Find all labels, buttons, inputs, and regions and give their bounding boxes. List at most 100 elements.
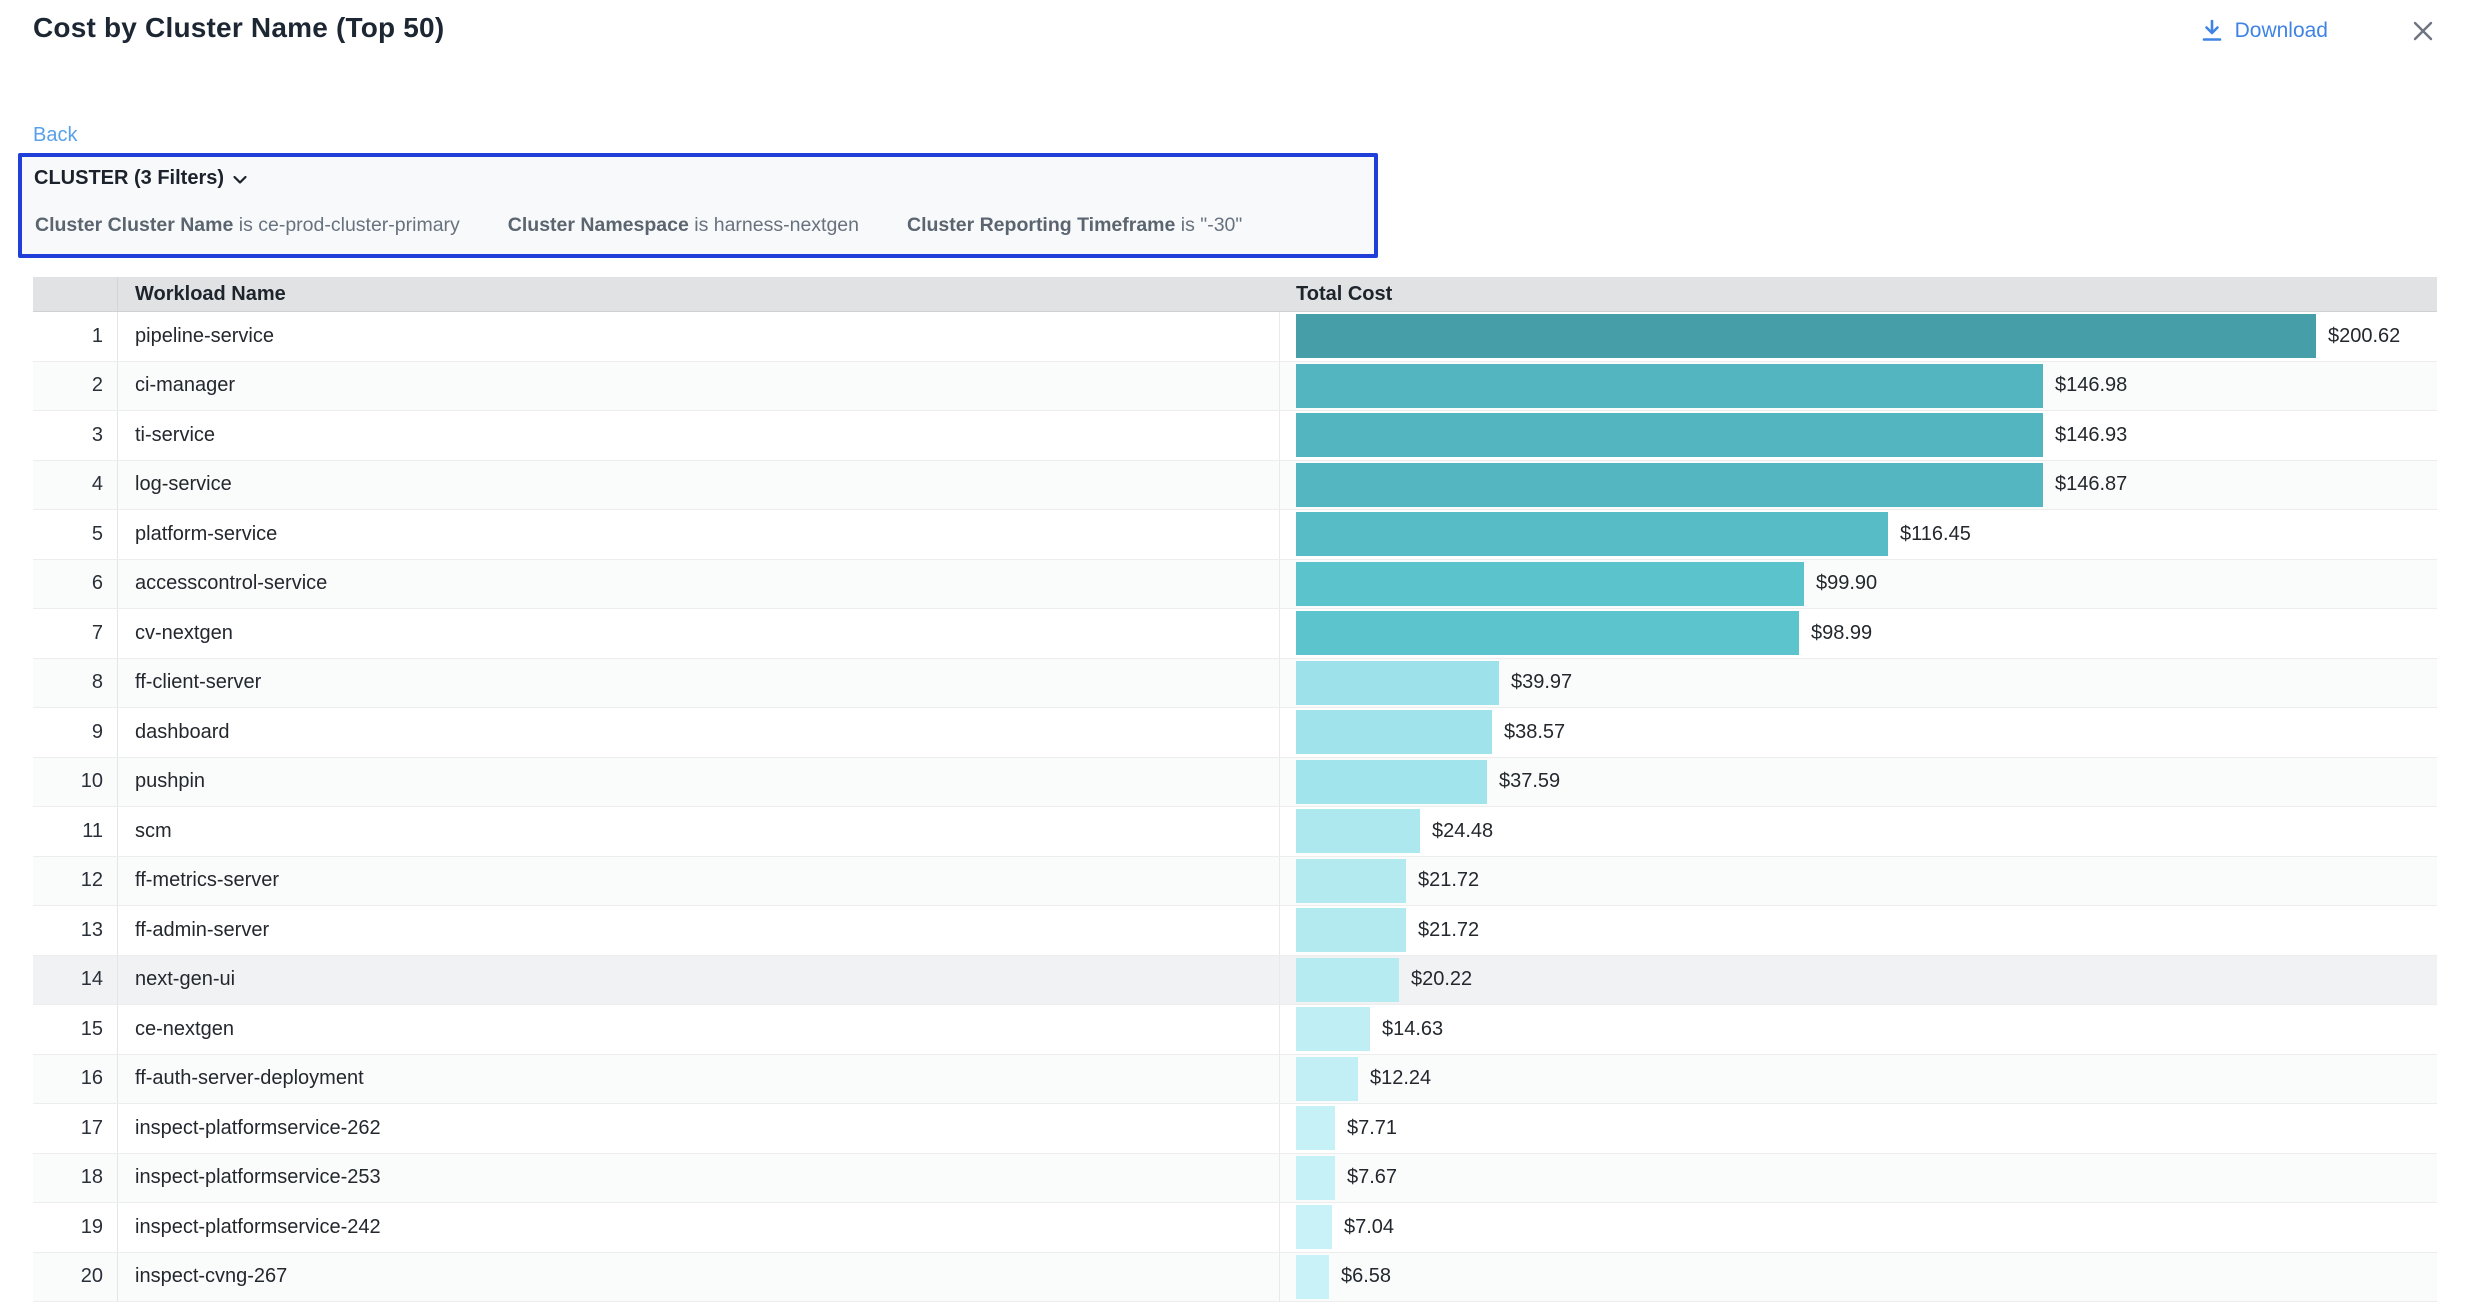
table-row[interactable]: 1pipeline-service $200.62 bbox=[33, 312, 2437, 362]
table-row[interactable]: 12ff-metrics-server $21.72 bbox=[33, 857, 2437, 907]
row-rank: 3 bbox=[33, 411, 118, 460]
download-icon bbox=[2201, 19, 2223, 43]
workload-name: ff-auth-server-deployment bbox=[118, 1055, 1280, 1104]
cost-value: $6.58 bbox=[1341, 1265, 1391, 1288]
table-row[interactable]: 2ci-manager $146.98 bbox=[33, 362, 2437, 412]
cost-bar bbox=[1296, 1255, 1329, 1299]
cost-value: $7.71 bbox=[1347, 1117, 1397, 1140]
cost-value: $99.90 bbox=[1816, 572, 1877, 595]
cost-bar bbox=[1296, 908, 1406, 952]
filter-chip[interactable]: Cluster Reporting Timeframe is "-30" bbox=[907, 214, 1242, 237]
cost-value: $21.72 bbox=[1418, 869, 1479, 892]
row-rank: 11 bbox=[33, 807, 118, 856]
total-cost-cell: $38.57 bbox=[1280, 708, 2437, 757]
close-icon bbox=[2411, 19, 2435, 43]
row-rank: 12 bbox=[33, 857, 118, 906]
row-rank: 5 bbox=[33, 510, 118, 559]
download-button[interactable]: Download bbox=[2201, 19, 2328, 43]
row-rank: 16 bbox=[33, 1055, 118, 1104]
total-cost-cell: $7.04 bbox=[1280, 1203, 2437, 1252]
total-cost-cell: $146.87 bbox=[1280, 461, 2437, 510]
table-row[interactable]: 18inspect-platformservice-253$7.67 bbox=[33, 1154, 2437, 1204]
table-row[interactable]: 13ff-admin-server$21.72 bbox=[33, 906, 2437, 956]
table-row[interactable]: 11scm$24.48 bbox=[33, 807, 2437, 857]
total-cost-cell: $7.67 bbox=[1280, 1154, 2437, 1203]
total-cost-cell: $99.90 bbox=[1280, 560, 2437, 609]
back-link[interactable]: Back bbox=[33, 124, 77, 147]
total-cost-cell: $116.45 bbox=[1280, 510, 2437, 559]
cost-bar bbox=[1296, 1156, 1335, 1200]
page-title: Cost by Cluster Name (Top 50) bbox=[33, 12, 444, 44]
workload-name: inspect-platformservice-253 bbox=[118, 1154, 1280, 1203]
workload-name: pushpin bbox=[118, 758, 1280, 807]
row-rank: 14 bbox=[33, 956, 118, 1005]
total-cost-cell: $146.98 bbox=[1280, 362, 2437, 411]
filter-highlight-box: CLUSTER (3 Filters) Cluster Cluster Name… bbox=[18, 153, 1378, 258]
cost-value: $21.72 bbox=[1418, 919, 1479, 942]
row-rank: 2 bbox=[33, 362, 118, 411]
rank-column-header bbox=[33, 277, 118, 311]
cluster-filter-toggle[interactable]: CLUSTER (3 Filters) bbox=[34, 167, 248, 190]
total-cost-cell: $98.99 bbox=[1280, 609, 2437, 658]
workload-name: ff-admin-server bbox=[118, 906, 1280, 955]
total-cost-cell: $14.63 bbox=[1280, 1005, 2437, 1054]
workload-name: pipeline-service bbox=[118, 312, 1280, 361]
cost-bar bbox=[1296, 611, 1799, 655]
workload-name: inspect-cvng-267 bbox=[118, 1253, 1280, 1302]
table-row[interactable]: 4log-service$146.87 bbox=[33, 461, 2437, 511]
table-row[interactable]: 20inspect-cvng-267$6.58 bbox=[33, 1253, 2437, 1302]
workload-name: inspect-platformservice-262 bbox=[118, 1104, 1280, 1153]
cost-bar bbox=[1296, 760, 1487, 804]
table-row[interactable]: 16ff-auth-server-deployment $12.24 bbox=[33, 1055, 2437, 1105]
row-rank: 15 bbox=[33, 1005, 118, 1054]
total-cost-cell: $12.24 bbox=[1280, 1055, 2437, 1104]
row-rank: 10 bbox=[33, 758, 118, 807]
workload-name: cv-nextgen bbox=[118, 609, 1280, 658]
total-cost-column-header[interactable]: Total Cost bbox=[1280, 283, 2437, 306]
row-rank: 1 bbox=[33, 312, 118, 361]
table-header: Workload Name Total Cost bbox=[33, 277, 2437, 312]
total-cost-cell: $37.59 bbox=[1280, 758, 2437, 807]
table-row[interactable]: 9dashboard$38.57 bbox=[33, 708, 2437, 758]
table-row[interactable]: 7cv-nextgen$98.99 bbox=[33, 609, 2437, 659]
close-button[interactable] bbox=[2410, 18, 2436, 44]
total-cost-cell: $24.48 bbox=[1280, 807, 2437, 856]
workload-name: ff-metrics-server bbox=[118, 857, 1280, 906]
table-row[interactable]: 10pushpin$37.59 bbox=[33, 758, 2437, 808]
cost-bar bbox=[1296, 710, 1492, 754]
cost-bar bbox=[1296, 314, 2316, 358]
row-rank: 18 bbox=[33, 1154, 118, 1203]
table-row[interactable]: 14next-gen-ui$20.22 bbox=[33, 956, 2437, 1006]
cost-value: $24.48 bbox=[1432, 820, 1493, 843]
table-row[interactable]: 8ff-client-server$39.97 bbox=[33, 659, 2437, 709]
workload-name: accesscontrol-service bbox=[118, 560, 1280, 609]
workload-name: ci-manager bbox=[118, 362, 1280, 411]
cost-bar bbox=[1296, 364, 2043, 408]
cost-value: $98.99 bbox=[1811, 622, 1872, 645]
table-row[interactable]: 6accesscontrol-service$99.90 bbox=[33, 560, 2437, 610]
total-cost-cell: $39.97 bbox=[1280, 659, 2437, 708]
cost-value: $20.22 bbox=[1411, 968, 1472, 991]
cost-bar bbox=[1296, 958, 1399, 1002]
table-row[interactable]: 19inspect-platformservice-242$7.04 bbox=[33, 1203, 2437, 1253]
filter-chip[interactable]: Cluster Cluster Name is ce-prod-cluster-… bbox=[35, 214, 460, 237]
cost-value: $116.45 bbox=[1900, 523, 1971, 546]
workload-name: platform-service bbox=[118, 510, 1280, 559]
table-row[interactable]: 5platform-service $116.45 bbox=[33, 510, 2437, 560]
filter-chip[interactable]: Cluster Namespace is harness-nextgen bbox=[508, 214, 859, 237]
filter-condition-text: is harness-nextgen bbox=[694, 214, 859, 236]
workload-name-column-header[interactable]: Workload Name bbox=[118, 283, 1280, 306]
filter-field: Cluster Reporting Timeframe bbox=[907, 214, 1175, 236]
total-cost-cell: $21.72 bbox=[1280, 857, 2437, 906]
cost-value: $200.62 bbox=[2328, 325, 2400, 348]
table-row[interactable]: 3ti-service$146.93 bbox=[33, 411, 2437, 461]
cost-bar bbox=[1296, 562, 1804, 606]
row-rank: 9 bbox=[33, 708, 118, 757]
cost-value: $146.98 bbox=[2055, 374, 2127, 397]
table-row[interactable]: 15ce-nextgen$14.63 bbox=[33, 1005, 2437, 1055]
filter-condition-text: is ce-prod-cluster-primary bbox=[239, 214, 460, 236]
cost-bar bbox=[1296, 463, 2043, 507]
cost-bar bbox=[1296, 413, 2043, 457]
table-row[interactable]: 17inspect-platformservice-262$7.71 bbox=[33, 1104, 2437, 1154]
cost-value: $12.24 bbox=[1370, 1067, 1431, 1090]
